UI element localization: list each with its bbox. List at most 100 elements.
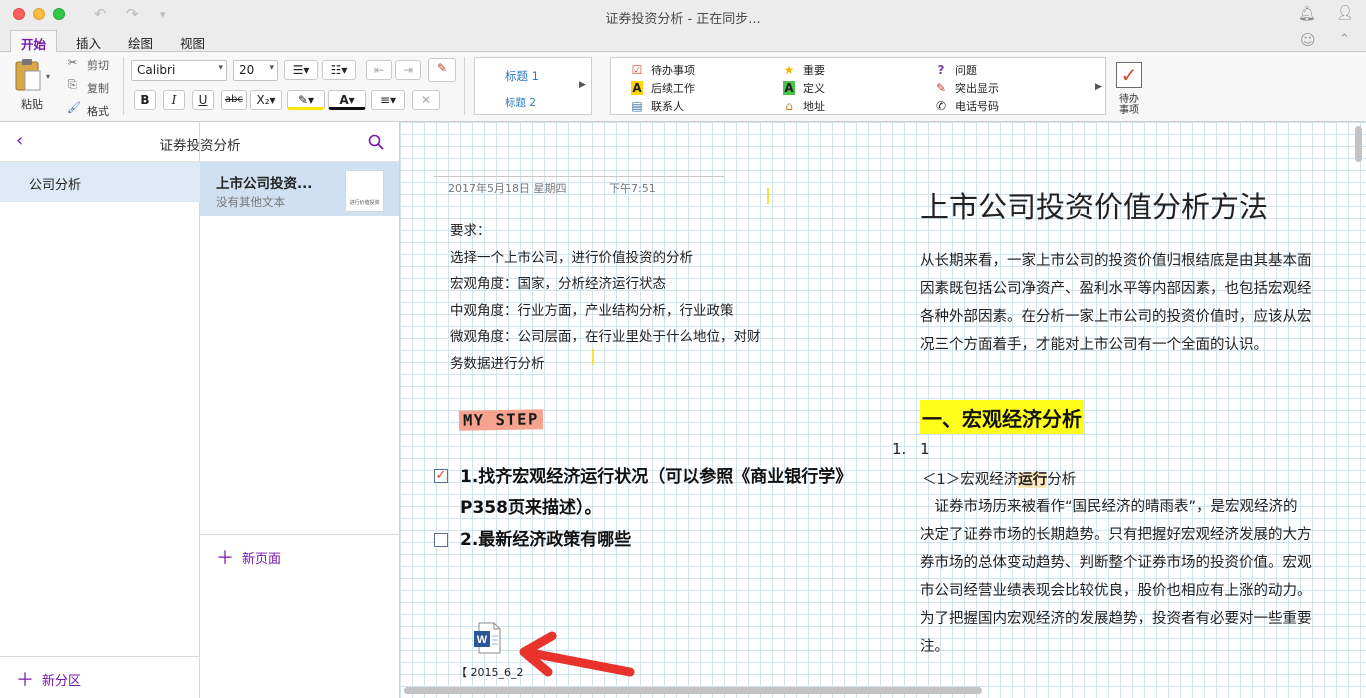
letter-a-green-icon: A [783, 81, 795, 95]
body-paragraph[interactable]: 证券市场历来被看作“国民经济的晴雨表”，是宏观经济的 决定了证券市场的长期趋势。… [920, 493, 1360, 661]
tab-home[interactable]: 开始 [10, 30, 58, 53]
decrease-indent-button[interactable]: ⇤ [366, 60, 392, 80]
todo-checkbox[interactable] [434, 533, 448, 547]
tag-important[interactable]: ★ 重要 [781, 62, 825, 78]
scissors-icon: ✂ [68, 56, 78, 69]
note-canvas[interactable]: 2017年5月18日 星期四 下午7:51 要求： 选择一个上市公司，进行价值投… [400, 122, 1366, 698]
highlight-color-button[interactable]: ✎▾ [287, 90, 325, 110]
vertical-scrollbar[interactable] [1355, 126, 1362, 162]
tag-follow-up[interactable]: A 后续工作 [629, 80, 695, 96]
copy-icon: ⎘ [68, 78, 77, 91]
feedback-smiley-icon[interactable]: ☺ [1300, 31, 1316, 49]
font-name-value: Calibri [137, 63, 176, 77]
tag-address[interactable]: ⌂ 地址 [781, 98, 825, 114]
tag-question[interactable]: ? 问题 [933, 62, 977, 78]
increase-indent-button[interactable]: ⇥ [395, 60, 421, 80]
italic-button[interactable]: I [163, 90, 185, 110]
star-icon: ★ [783, 63, 795, 77]
tags-gallery: ☑ 待办事项 ★ 重要 ? 问题 A 后续工作 A 定义 ✎ 突出显示 ▤ 联系人 ⌂ 地址 ✆… [610, 57, 1106, 115]
page-time: 下午7:51 [609, 182, 656, 195]
section-item[interactable]: 公司分析 [0, 162, 200, 202]
tab-view[interactable]: 视图 [170, 30, 215, 52]
add-section-button[interactable]: ＋ 新分区 [0, 656, 200, 698]
underline-button[interactable]: U [192, 90, 214, 110]
bold-button[interactable]: B [134, 90, 156, 110]
chevron-down-icon: ▾ [218, 63, 223, 73]
requirements-note[interactable]: 要求： 选择一个上市公司，进行价值投资的分析 宏观角度：国家，分析经济运行状态 … [450, 218, 761, 377]
tag-definition[interactable]: A 定义 [781, 80, 825, 96]
add-section-label: 新分区 [42, 674, 82, 689]
paste-button[interactable]: ▾ 粘贴 [12, 56, 54, 112]
todo-item[interactable]: 2.最新经济政策有哪些 [460, 525, 631, 556]
clipboard-icon [15, 59, 41, 91]
format-painter-icon: 🖌︎ [67, 101, 81, 114]
paragraph-line: 决定了证券市场的长期趋势。只有把握好宏观经济发展的大方 [920, 527, 1312, 543]
copy-button[interactable]: 复制 [87, 80, 109, 96]
paragraph-line: 注。 [920, 639, 949, 655]
style-heading-2[interactable]: 标题 2 [505, 95, 536, 110]
subscript-icon: X₂▾ [256, 93, 276, 107]
tag-label: 电话号码 [955, 100, 999, 113]
font-color-button[interactable]: A▾ [328, 90, 366, 110]
tags-more-arrow-icon[interactable]: ▶ [1095, 82, 1102, 92]
styles-more-arrow-icon[interactable]: ▶ [579, 80, 586, 90]
my-step-heading: MY STEP [458, 409, 543, 431]
highlighter-icon: ✎ [935, 81, 947, 95]
page-list-panel: 上市公司投资... 没有其他文本 进行价值投资 [200, 122, 400, 698]
notifications-bell-icon[interactable]: 🔔︎ [1298, 6, 1316, 22]
paste-label: 粘贴 [21, 98, 43, 111]
bullet-list-icon: ☰▾ [292, 63, 310, 77]
page-item[interactable]: 上市公司投资... 没有其他文本 进行价值投资 [200, 162, 399, 216]
todo-tag-button[interactable]: ✓ [1116, 62, 1142, 88]
numbering-button[interactable]: ☷▾ [322, 60, 356, 80]
format-painter-button[interactable]: 格式 [87, 103, 109, 119]
horizontal-scrollbar[interactable] [404, 687, 982, 694]
page-thumbnail: 进行价值投资 [345, 170, 384, 212]
add-page-button[interactable]: ＋ 新页面 [200, 534, 400, 576]
italic-icon: I [171, 93, 177, 107]
paragraph-line: 从长期来看，一家上市公司的投资价值归根结底是由其基本面 [920, 253, 1312, 269]
paragraph-line: 各种外部因素。在分析一家上市公司的投资价值时，应该从宏 [920, 309, 1312, 325]
todo-item[interactable]: 1.找齐宏观经济运行状况（可以参照《商业银行学》P358页来描述）。 [460, 462, 850, 524]
subscript-button[interactable]: X₂▾ [250, 90, 282, 110]
strikethrough-button[interactable]: abc [221, 90, 247, 110]
page-title-line [434, 176, 724, 177]
clear-formatting-button[interactable]: ✎ [428, 58, 456, 82]
font-name-select[interactable]: Calibri ▾ [131, 60, 227, 81]
notebook-title: 证券投资分析 [159, 138, 241, 154]
note-line: 微观角度：公司层面，在行业里处于什么地位，对财 [450, 329, 761, 345]
checkbox-icon: ☑ [631, 63, 643, 77]
ribbon-home: ▾ 粘贴 ✂ 剪切 ⎘ 复制 🖌︎ 格式 Calibri ▾ 20 ▾ ☰▾ ☷… [0, 52, 1366, 122]
tab-insert[interactable]: 插入 [66, 30, 111, 52]
search-icon[interactable] [368, 134, 384, 150]
delete-button[interactable]: ✕ [412, 90, 440, 110]
tag-label: 待办事项 [651, 64, 695, 77]
attachment-filename[interactable]: 【 2015_6_2 [456, 664, 524, 680]
tag-label: 定义 [803, 82, 825, 95]
tag-phone[interactable]: ✆ 电话号码 [933, 98, 999, 114]
tag-highlight[interactable]: ✎ 突出显示 [933, 80, 999, 96]
font-size-select[interactable]: 20 ▾ [233, 60, 278, 81]
section-heading-highlighted: 一、宏观经济分析 [920, 400, 1084, 434]
tag-contact[interactable]: ▤ 联系人 [629, 98, 684, 114]
todo-checkbox-checked[interactable]: ✓ [434, 469, 448, 483]
tag-todo[interactable]: ☑ 待办事项 [629, 62, 695, 78]
word-document-icon[interactable]: W [473, 622, 501, 654]
bullets-button[interactable]: ☰▾ [284, 60, 318, 80]
share-person-icon[interactable]: 👤︎ [1336, 5, 1354, 21]
style-heading-1[interactable]: 标题 1 [505, 68, 539, 84]
paste-options-arrow-icon[interactable]: ▾ [46, 72, 50, 81]
tag-label: 联系人 [651, 100, 684, 113]
tab-draw[interactable]: 绘图 [118, 30, 163, 52]
subsection-heading: ＜1＞宏观经济运行分析 [922, 468, 1076, 489]
intro-paragraph[interactable]: 从长期来看，一家上市公司的投资价值归根结底是由其基本面 因素既包括公司净资产、盈… [920, 247, 1360, 359]
font-size-value: 20 [239, 63, 255, 77]
page-date: 2017年5月18日 星期四 [448, 182, 567, 195]
list-item-text: 1 [920, 440, 930, 458]
align-button[interactable]: ≡▾ [371, 90, 405, 110]
collapse-ribbon-icon[interactable]: ⌃ [1339, 32, 1350, 47]
cut-button[interactable]: 剪切 [87, 57, 109, 73]
indent-icon: ⇥ [402, 63, 414, 77]
tag-label: 后续工作 [651, 82, 695, 95]
strikethrough-icon: abc [225, 94, 243, 105]
